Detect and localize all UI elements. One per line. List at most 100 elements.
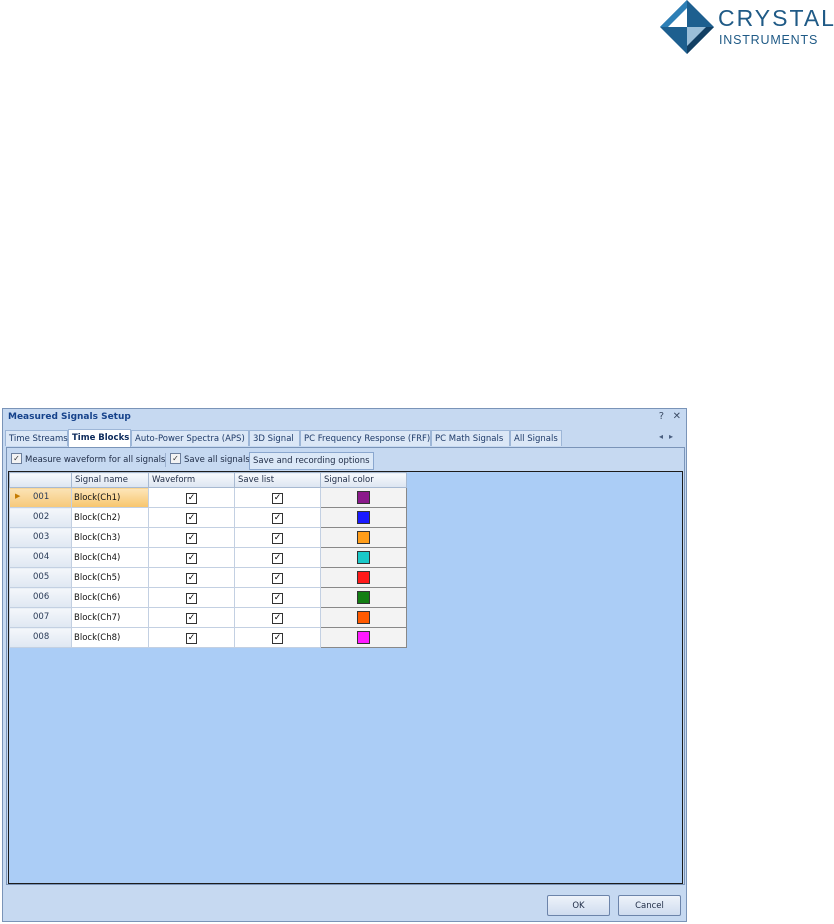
save-list-checkbox[interactable]: ✓ [272, 613, 283, 624]
waveform-checkbox-cell[interactable]: ✓ [148, 547, 235, 568]
close-button[interactable]: ✕ [673, 411, 681, 422]
save-list-checkbox-cell[interactable]: ✓ [234, 527, 321, 548]
waveform-checkbox[interactable]: ✓ [186, 613, 197, 624]
signal-name-cell[interactable]: Block(Ch4) [71, 547, 149, 568]
column-header-save-list[interactable]: Save list [234, 472, 321, 488]
save-list-checkbox-cell[interactable]: ✓ [234, 567, 321, 588]
tab-3d-signal[interactable]: 3D Signal [249, 430, 300, 446]
ok-button[interactable]: OK [547, 895, 610, 916]
checkbox-checked-icon[interactable]: ✓ [170, 453, 181, 464]
measure-waveform-option[interactable]: ✓ Measure waveform for all signals [11, 453, 165, 467]
tab-pc-math-signals[interactable]: PC Math Signals [431, 430, 510, 446]
table-row[interactable]: 002 Block(Ch2) ✓ ✓ [9, 507, 407, 528]
waveform-checkbox[interactable]: ✓ [186, 493, 197, 504]
row-header[interactable]: 007 [9, 607, 72, 628]
color-swatch[interactable] [357, 590, 370, 604]
waveform-checkbox[interactable]: ✓ [186, 513, 197, 524]
waveform-checkbox-cell[interactable]: ✓ [148, 527, 235, 548]
waveform-checkbox-cell[interactable]: ✓ [148, 567, 235, 588]
signal-color-cell[interactable] [320, 567, 407, 588]
table-row[interactable]: 007 Block(Ch7) ✓ ✓ [9, 607, 407, 628]
save-list-checkbox-cell[interactable]: ✓ [234, 547, 321, 568]
logo-text-instruments: INSTRUMENTS [719, 33, 819, 47]
tab-time-streams[interactable]: Time Streams [5, 430, 68, 446]
tab-all-signals[interactable]: All Signals [510, 430, 562, 446]
tab-scroll-arrows-icon[interactable]: ◂▸ [659, 432, 679, 441]
row-header[interactable]: 003 [9, 527, 72, 548]
signal-name-cell[interactable]: Block(Ch2) [71, 507, 149, 528]
save-all-signals-option[interactable]: ✓ Save all signals [170, 453, 250, 467]
help-button[interactable]: ? [659, 411, 664, 422]
column-header-signal-color[interactable]: Signal color [320, 472, 407, 488]
save-list-checkbox-cell[interactable]: ✓ [234, 487, 321, 508]
row-header[interactable]: 004 [9, 547, 72, 568]
waveform-checkbox-cell[interactable]: ✓ [148, 627, 235, 648]
waveform-checkbox-cell[interactable]: ✓ [148, 507, 235, 528]
row-header[interactable]: 006 [9, 587, 72, 608]
signal-color-cell[interactable] [320, 527, 407, 548]
toolbar-divider [165, 453, 166, 467]
save-list-checkbox-cell[interactable]: ✓ [234, 587, 321, 608]
tab-time-blocks[interactable]: Time Blocks [68, 429, 131, 447]
table-row[interactable]: 003 Block(Ch3) ✓ ✓ [9, 527, 407, 548]
signal-name-cell[interactable]: Block(Ch7) [71, 607, 149, 628]
table-row[interactable]: 006 Block(Ch6) ✓ ✓ [9, 587, 407, 608]
signals-grid-area: Signal name Waveform Save list Signal co… [8, 471, 683, 884]
row-header[interactable]: 002 [9, 507, 72, 528]
waveform-checkbox-cell[interactable]: ✓ [148, 587, 235, 608]
color-swatch[interactable] [357, 490, 370, 504]
save-list-checkbox[interactable]: ✓ [272, 593, 283, 604]
signal-name-cell[interactable]: Block(Ch8) [71, 627, 149, 648]
signal-color-cell[interactable] [320, 607, 407, 628]
tab-pc-frequency-response[interactable]: PC Frequency Response (FRF) [300, 430, 431, 446]
row-header[interactable]: ▶ 001 [9, 487, 72, 508]
waveform-checkbox[interactable]: ✓ [186, 533, 197, 544]
signal-color-cell[interactable] [320, 547, 407, 568]
waveform-checkbox-cell[interactable]: ✓ [148, 607, 235, 628]
measured-signals-setup-dialog: Measured Signals Setup ? ✕ Time Streams … [2, 408, 687, 922]
cancel-button[interactable]: Cancel [618, 895, 681, 916]
signal-name-cell[interactable]: Block(Ch5) [71, 567, 149, 588]
save-and-recording-options-button[interactable]: Save and recording options [249, 452, 374, 470]
waveform-checkbox-cell[interactable]: ✓ [148, 487, 235, 508]
select-all-header[interactable] [9, 472, 72, 488]
save-list-checkbox[interactable]: ✓ [272, 493, 283, 504]
color-swatch[interactable] [357, 510, 370, 524]
waveform-checkbox[interactable]: ✓ [186, 553, 197, 564]
table-row[interactable]: 004 Block(Ch4) ✓ ✓ [9, 547, 407, 568]
column-header-waveform[interactable]: Waveform [148, 472, 235, 488]
save-list-checkbox-cell[interactable]: ✓ [234, 507, 321, 528]
color-swatch[interactable] [357, 630, 370, 644]
save-list-checkbox[interactable]: ✓ [272, 533, 283, 544]
table-row[interactable]: ▶ 001 Block(Ch1) ✓ ✓ [9, 487, 407, 508]
signal-color-cell[interactable] [320, 587, 407, 608]
save-list-checkbox-cell[interactable]: ✓ [234, 607, 321, 628]
waveform-checkbox[interactable]: ✓ [186, 593, 197, 604]
color-swatch[interactable] [357, 550, 370, 564]
measure-waveform-label: Measure waveform for all signals [25, 455, 166, 465]
row-header[interactable]: 005 [9, 567, 72, 588]
column-header-signal-name[interactable]: Signal name [71, 472, 149, 488]
signal-color-cell[interactable] [320, 487, 407, 508]
table-row[interactable]: 005 Block(Ch5) ✓ ✓ [9, 567, 407, 588]
color-swatch[interactable] [357, 570, 370, 584]
save-list-checkbox[interactable]: ✓ [272, 633, 283, 644]
table-row[interactable]: 008 Block(Ch8) ✓ ✓ [9, 627, 407, 648]
save-list-checkbox[interactable]: ✓ [272, 573, 283, 584]
tab-auto-power-spectra[interactable]: Auto-Power Spectra (APS) [131, 430, 249, 446]
signal-color-cell[interactable] [320, 507, 407, 528]
color-swatch[interactable] [357, 530, 370, 544]
waveform-checkbox[interactable]: ✓ [186, 573, 197, 584]
save-list-checkbox[interactable]: ✓ [272, 513, 283, 524]
signal-name-cell[interactable]: Block(Ch3) [71, 527, 149, 548]
waveform-checkbox[interactable]: ✓ [186, 633, 197, 644]
color-swatch[interactable] [357, 610, 370, 624]
signal-name-cell[interactable]: Block(Ch1) [71, 487, 149, 508]
row-header[interactable]: 008 [9, 627, 72, 648]
save-list-checkbox-cell[interactable]: ✓ [234, 627, 321, 648]
save-list-checkbox[interactable]: ✓ [272, 553, 283, 564]
signal-name-cell[interactable]: Block(Ch6) [71, 587, 149, 608]
signals-table: Signal name Waveform Save list Signal co… [9, 472, 407, 648]
checkbox-checked-icon[interactable]: ✓ [11, 453, 22, 464]
signal-color-cell[interactable] [320, 627, 407, 648]
